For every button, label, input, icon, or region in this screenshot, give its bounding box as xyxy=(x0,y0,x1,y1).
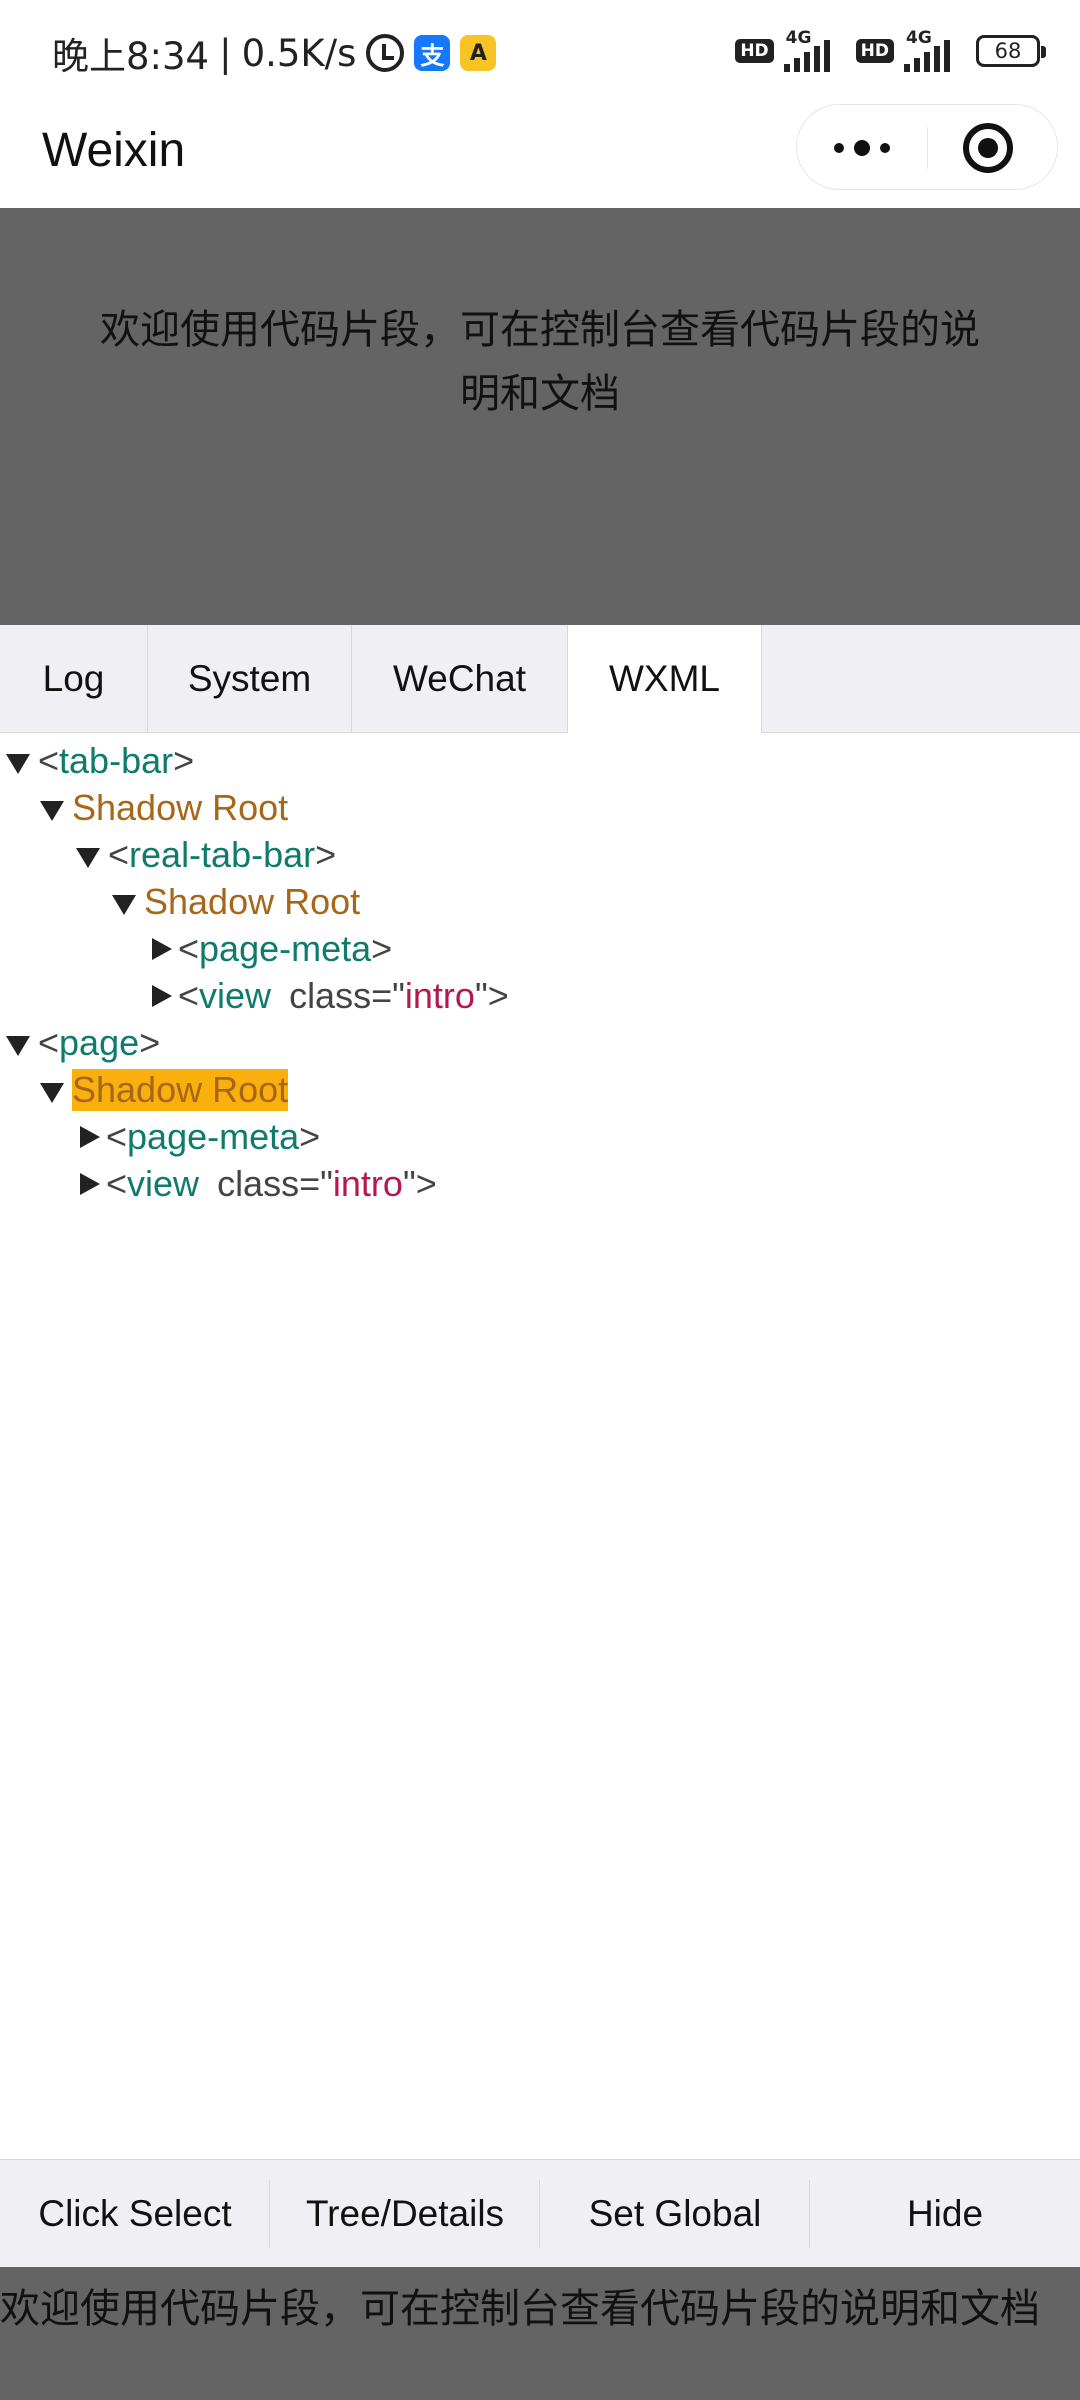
collapse-arrow-icon[interactable] xyxy=(76,847,100,868)
wxml-toolbar: Click Select Tree/Details Set Global Hid… xyxy=(0,2159,1080,2267)
tree-node-page-meta[interactable]: < page-meta > xyxy=(80,1113,320,1160)
collapse-arrow-icon[interactable] xyxy=(6,753,30,774)
set-global-button[interactable]: Set Global xyxy=(540,2160,810,2268)
tag-name: tab-bar xyxy=(59,739,174,781)
tag-name: page-meta xyxy=(127,1115,300,1157)
collapse-arrow-icon[interactable] xyxy=(40,800,64,821)
tag-name: view xyxy=(127,1162,200,1204)
tree-node-shadow-root-selected[interactable]: Shadow Root xyxy=(40,1066,289,1113)
app-notification-icon: A xyxy=(460,35,497,71)
tab-wxml[interactable]: WXML xyxy=(568,625,762,733)
shadow-root-label: Shadow Root xyxy=(72,786,289,828)
expand-arrow-icon[interactable] xyxy=(80,1172,100,1195)
more-dot-icon xyxy=(880,143,890,153)
signal-icon: 4G xyxy=(904,28,966,72)
status-right: HD 4G HD 4G 68 xyxy=(735,28,1046,72)
tag-name: real-tab-bar xyxy=(129,833,316,875)
bottom-intro-area: 欢迎使用代码片段，可在控制台查看代码片段的说明和文档 xyxy=(0,2267,1080,2400)
debugger-tabs: Log System WeChat WXML xyxy=(0,625,1080,733)
tab-system[interactable]: System xyxy=(148,625,352,733)
expand-arrow-icon[interactable] xyxy=(80,1125,100,1148)
alipay-icon: 支 xyxy=(414,35,451,71)
hd-badge: HD xyxy=(735,39,774,63)
tree-node-tab-bar[interactable]: < tab-bar > xyxy=(6,737,194,784)
attr-name: class xyxy=(217,1162,300,1204)
capsule-menu xyxy=(796,104,1058,190)
wxml-tree: < tab-bar > Shadow Root < real-tab-bar > Sha… xyxy=(0,733,1080,2159)
expand-arrow-icon[interactable] xyxy=(152,937,172,960)
attr-value: intro xyxy=(332,1162,403,1204)
bottom-intro-text: 欢迎使用代码片段，可在控制台查看代码片段的说明和文档 xyxy=(0,2286,1040,2332)
tree-node-page[interactable]: < page > xyxy=(6,1019,160,1066)
more-dot-icon xyxy=(834,143,844,153)
tree-details-button[interactable]: Tree/Details xyxy=(270,2160,540,2268)
status-bar: 晚上8:34 | 0.5K/s 支 A HD 4G HD 4G 68 xyxy=(0,0,1080,104)
more-dot-icon xyxy=(854,140,870,156)
status-time: 晚上8:34 xyxy=(52,35,210,78)
capsule-divider xyxy=(927,127,928,169)
tree-node-real-tab-bar[interactable]: < real-tab-bar > xyxy=(76,831,336,878)
status-left: 晚上8:34 | 0.5K/s 支 A xyxy=(52,26,497,80)
tree-node-page-meta[interactable]: < page-meta > xyxy=(152,925,392,972)
intro-area: 欢迎使用代码片段，可在控制台查看代码片段的说明和文档 xyxy=(0,208,1080,625)
click-select-button[interactable]: Click Select xyxy=(0,2160,270,2268)
tag-name: page xyxy=(59,1021,140,1063)
intro-text: 欢迎使用代码片段，可在控制台查看代码片段的说明和文档 xyxy=(100,307,980,417)
signal-bars xyxy=(783,40,830,72)
more-button[interactable] xyxy=(797,105,927,191)
collapse-arrow-icon[interactable] xyxy=(112,894,136,915)
collapse-arrow-icon[interactable] xyxy=(6,1035,30,1056)
signal-bars xyxy=(904,40,950,72)
collapse-arrow-icon[interactable] xyxy=(40,1082,64,1103)
status-divider: | xyxy=(219,31,232,75)
battery-level: 68 xyxy=(994,39,1022,63)
attr-name: class xyxy=(289,974,372,1016)
signal-icon: 4G xyxy=(783,28,846,72)
hide-button[interactable]: Hide xyxy=(810,2160,1080,2268)
alarm-icon xyxy=(366,34,405,72)
mini-program-header: Weixin xyxy=(0,104,1080,208)
page-title: Weixin xyxy=(42,124,186,177)
expand-arrow-icon[interactable] xyxy=(152,984,172,1007)
hd-badge: HD xyxy=(855,39,894,63)
shadow-root-label: Shadow Root xyxy=(72,1068,289,1111)
close-mini-program-icon[interactable] xyxy=(963,123,1013,173)
tree-node-shadow-root[interactable]: Shadow Root xyxy=(40,784,288,831)
tag-name: page-meta xyxy=(199,927,372,969)
tab-wechat[interactable]: WeChat xyxy=(352,625,568,733)
tree-node-shadow-root[interactable]: Shadow Root xyxy=(112,878,360,925)
tag-name: view xyxy=(199,974,272,1016)
shadow-root-label: Shadow Root xyxy=(144,880,361,922)
battery-icon: 68 xyxy=(976,35,1046,67)
tree-node-view[interactable]: < view class =" intro "> xyxy=(152,972,509,1019)
attr-value: intro xyxy=(404,974,475,1016)
status-network-speed: 0.5K/s xyxy=(241,31,357,75)
tree-node-view[interactable]: < view class =" intro "> xyxy=(80,1160,437,1207)
tab-log[interactable]: Log xyxy=(0,625,148,733)
